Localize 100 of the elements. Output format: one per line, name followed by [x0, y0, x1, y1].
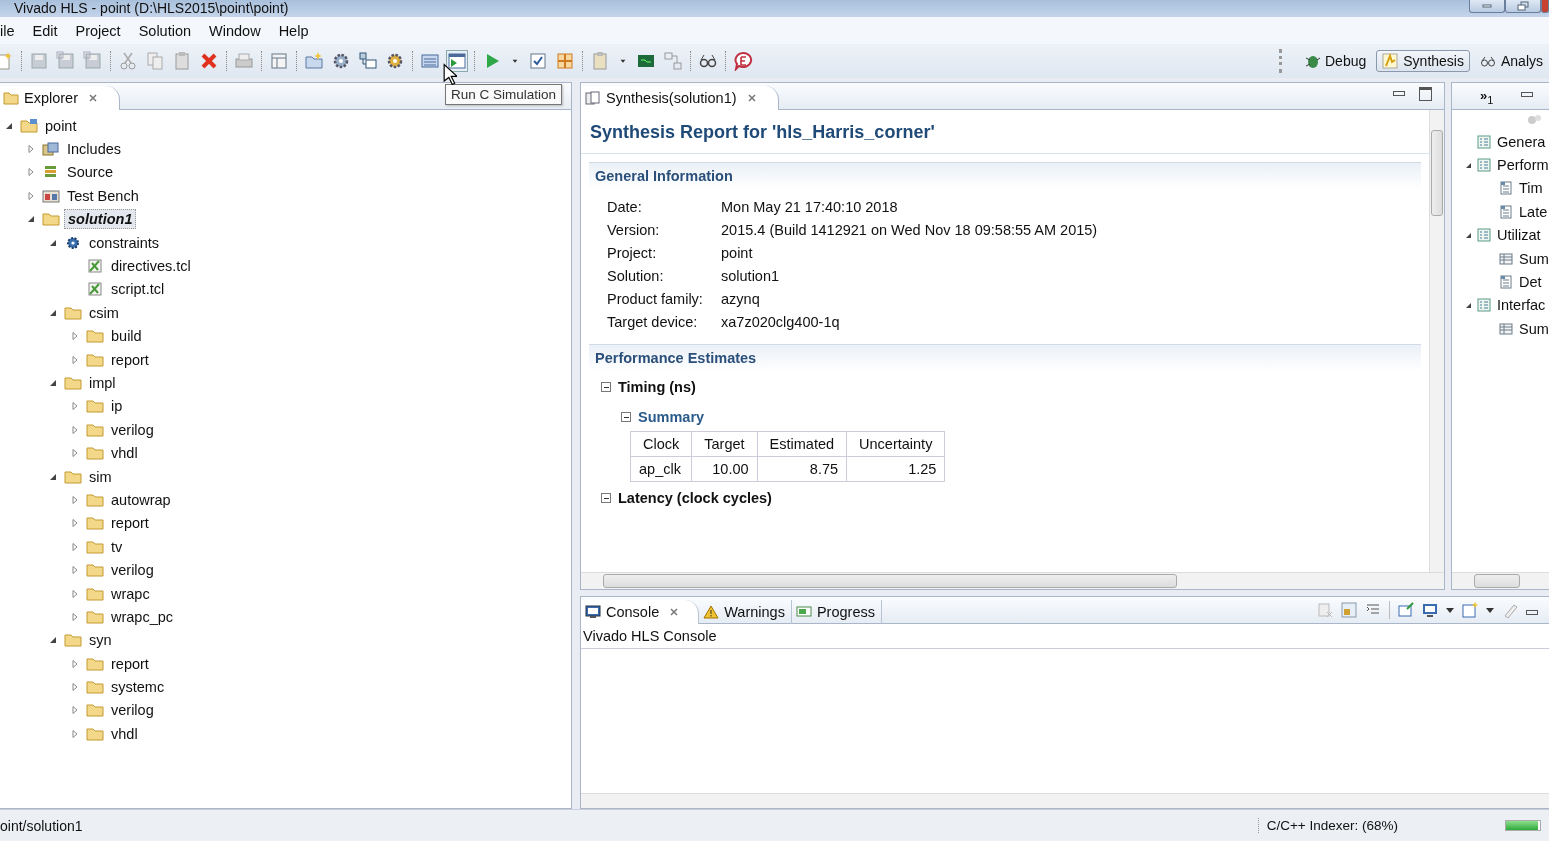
save-as-icon[interactable]	[83, 51, 103, 71]
expand-arrow[interactable]	[71, 542, 79, 551]
checkbox-icon[interactable]	[528, 51, 548, 71]
expand-arrow[interactable]	[71, 612, 79, 621]
printer-icon[interactable]	[234, 51, 254, 71]
tree-item[interactable]: sim	[86, 467, 115, 486]
outline-item[interactable]: Late	[1519, 203, 1548, 220]
tree-item[interactable]: build	[108, 327, 145, 346]
outline-item[interactable]: Perform	[1497, 157, 1549, 174]
minimize-button[interactable]	[1469, 0, 1505, 13]
minimize-view-button[interactable]	[1526, 609, 1538, 615]
tree-item[interactable]: wrapc_pc	[108, 607, 177, 626]
save-all-icon[interactable]	[56, 51, 76, 71]
tree-item[interactable]: systemc	[108, 678, 168, 697]
outline-item[interactable]: Interfac	[1497, 297, 1546, 314]
tree-item[interactable]: ip	[108, 397, 126, 416]
collapse-icon[interactable]	[621, 412, 631, 422]
report-tab[interactable]: Synthesis(solution1)	[581, 86, 779, 110]
collapse-arrow[interactable]	[49, 379, 57, 387]
perspective-button[interactable]: Debug	[1298, 50, 1373, 72]
collapse-arrow[interactable]	[27, 215, 35, 224]
tree-item[interactable]: vhdl	[108, 444, 141, 463]
tree-item[interactable]: autowrap	[108, 490, 174, 509]
expand-arrow[interactable]	[27, 145, 35, 154]
collapse-icon[interactable]	[601, 493, 611, 503]
expand-arrow[interactable]	[27, 168, 35, 177]
expand-arrow[interactable]	[71, 355, 79, 364]
tree-item[interactable]: report	[108, 654, 152, 673]
expand-arrow[interactable]	[71, 683, 79, 692]
collapse-arrow[interactable]	[49, 472, 57, 481]
new-file-icon[interactable]	[0, 51, 14, 71]
collapse-icon[interactable]	[601, 382, 611, 392]
expand-arrow[interactable]	[71, 706, 79, 715]
close-button[interactable]	[1541, 0, 1549, 13]
outline-item[interactable]: Tim	[1519, 180, 1543, 197]
expand-arrow[interactable]	[71, 425, 79, 434]
menu-item[interactable]: Project	[66, 22, 130, 39]
tree-item[interactable]: verilog	[108, 420, 157, 439]
expand-arrow[interactable]	[71, 659, 79, 668]
expand-arrow[interactable]	[71, 449, 79, 458]
grid-icon[interactable]	[555, 51, 575, 71]
tree-item[interactable]: report	[108, 514, 152, 533]
tree-item[interactable]: syn	[86, 631, 115, 650]
tree-item[interactable]: constraints	[86, 233, 163, 252]
maximize-view-button[interactable]	[1419, 87, 1432, 101]
perspective-button[interactable]: Analys	[1473, 50, 1549, 72]
new-folder-icon[interactable]	[304, 51, 324, 71]
save-icon[interactable]	[29, 51, 49, 71]
clipboard-icon[interactable]	[172, 51, 192, 71]
perspective-button[interactable]: Synthesis	[1376, 50, 1470, 72]
pin-icon[interactable]	[1398, 602, 1414, 618]
console-tab[interactable]: Warnings	[699, 600, 792, 624]
collapse-arrow[interactable]	[1466, 302, 1471, 308]
menu-item[interactable]: ile	[0, 22, 24, 39]
tree-item[interactable]: directives.tcl	[108, 257, 194, 276]
menu-item[interactable]: Window	[200, 22, 270, 39]
eraser-icon[interactable]	[1502, 602, 1518, 618]
minimize-view-button[interactable]	[1393, 91, 1405, 96]
outline-item[interactable]: Sum	[1519, 250, 1549, 267]
tree-item[interactable]: impl	[86, 374, 119, 392]
expand-arrow[interactable]	[71, 589, 79, 598]
layout-icon[interactable]	[269, 51, 289, 71]
collapse-arrow[interactable]	[1466, 232, 1471, 238]
console-tab[interactable]: Console	[581, 600, 700, 624]
speech-bubble-icon[interactable]	[733, 51, 753, 71]
outline-item[interactable]: Sum	[1519, 320, 1549, 337]
vertical-scrollbar[interactable]	[1429, 110, 1444, 572]
close-tab-icon[interactable]	[747, 94, 756, 102]
tree-item[interactable]: Includes	[64, 140, 124, 159]
expand-arrow[interactable]	[27, 191, 35, 200]
gears-icon[interactable]	[385, 51, 405, 71]
lock-icon[interactable]	[1341, 602, 1357, 618]
close-tab-icon[interactable]	[670, 608, 679, 616]
collapse-arrow[interactable]	[49, 636, 57, 645]
tree-item[interactable]: point	[42, 116, 80, 135]
new-console-icon[interactable]	[1462, 602, 1478, 618]
explorer-tab[interactable]: Explorer	[0, 86, 120, 110]
menu-item[interactable]: Edit	[23, 22, 67, 39]
restore-button[interactable]	[1505, 0, 1541, 13]
tree-item[interactable]: Test Bench	[64, 186, 142, 205]
network-icon[interactable]	[358, 51, 378, 71]
clipboard-icon[interactable]	[590, 51, 610, 71]
expand-arrow[interactable]	[71, 495, 79, 504]
collapse-arrow[interactable]	[49, 308, 57, 317]
tree-item[interactable]: csim	[86, 303, 122, 322]
delete-icon[interactable]	[199, 51, 219, 71]
menu-item[interactable]: Solution	[129, 22, 201, 39]
minimize-view-button[interactable]	[1521, 92, 1534, 97]
collapse-arrow[interactable]	[1466, 162, 1471, 168]
scissors-icon[interactable]	[118, 51, 138, 71]
outline-item[interactable]: Utilizat	[1497, 227, 1541, 244]
tree-item[interactable]: tv	[108, 537, 126, 556]
expand-arrow[interactable]	[71, 519, 79, 528]
monitor-icon[interactable]	[1422, 602, 1438, 618]
expand-arrow[interactable]	[71, 566, 79, 575]
menu-item[interactable]: Help	[269, 22, 318, 39]
tree-item[interactable]: verilog	[108, 561, 157, 580]
expand-arrow[interactable]	[71, 402, 79, 411]
clear-console-icon[interactable]	[1317, 602, 1333, 618]
tree-item[interactable]: Source	[64, 163, 116, 182]
